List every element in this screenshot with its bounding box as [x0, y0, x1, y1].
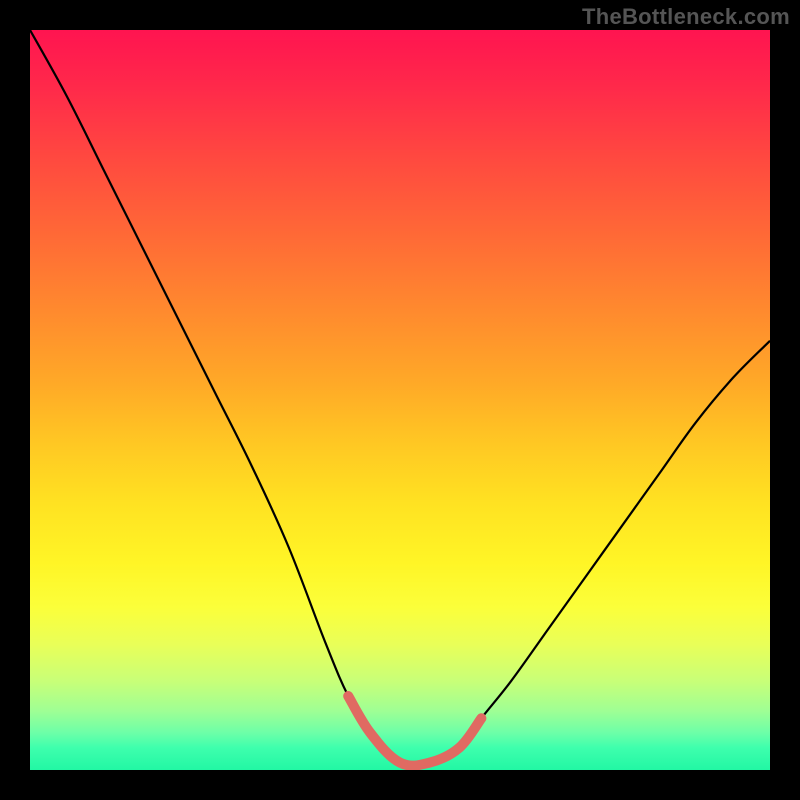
trough-path — [348, 696, 481, 766]
trough-highlight — [30, 30, 770, 770]
plot-area — [30, 30, 770, 770]
watermark-text: TheBottleneck.com — [582, 4, 790, 30]
chart-frame: TheBottleneck.com — [0, 0, 800, 800]
